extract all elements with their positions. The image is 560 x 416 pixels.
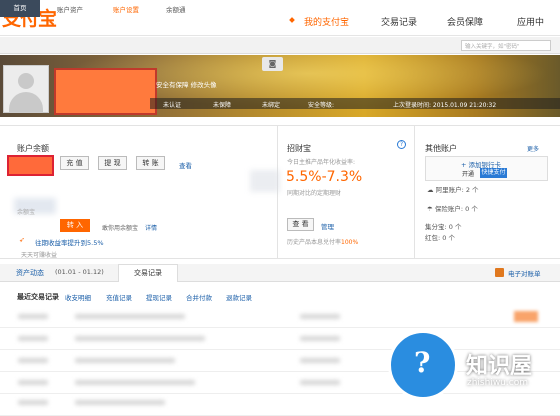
verify-status[interactable]: 未认证 — [163, 100, 181, 109]
subnav-settings[interactable]: 账户设置 — [113, 4, 139, 14]
other-redpacket[interactable]: 红包: 0 个 — [425, 232, 455, 242]
umbrella-icon: ☂ — [427, 205, 435, 213]
avatar-head-icon — [18, 73, 34, 89]
redacted-balance — [7, 155, 54, 176]
subnav-assets[interactable]: 账户资产 — [57, 4, 83, 14]
watermark-name: 知识屋 — [466, 354, 533, 379]
balance-title: 账户余额 — [17, 144, 49, 153]
credit-account-text: 阿里账户: 2 个 — [435, 186, 479, 194]
protect-status[interactable]: 未保障 — [213, 100, 231, 109]
panel-bottom-divider — [0, 258, 560, 259]
transfer-in-button[interactable]: 转 入 — [60, 219, 90, 232]
blurred-cell — [300, 336, 340, 341]
blurred-cell — [18, 358, 48, 363]
records-link-withdraw[interactable]: 提现记录 — [146, 292, 172, 302]
table-row[interactable] — [0, 306, 560, 328]
security-level: 安全等级: — [308, 102, 335, 109]
blurred-cell — [18, 380, 48, 385]
other-jcb[interactable]: 集分宝: 0 个 — [425, 221, 461, 231]
zcb-title: 招财宝 — [287, 144, 311, 153]
zcb-history-label: 历史产品本息兑付率 — [287, 239, 342, 246]
transfer-button[interactable]: 转 账 — [136, 156, 165, 170]
panel-divider-left — [277, 126, 278, 258]
yeb-rate-link[interactable]: 往期收益率提升到5.5% — [35, 237, 104, 247]
other-insurance-account[interactable]: ☂ 保险账户: 0 个 — [427, 203, 478, 213]
tab-e-bill[interactable]: 电子对账单 — [508, 268, 541, 278]
other-more-link[interactable]: 更多 — [527, 144, 539, 153]
question-icon: ? — [414, 346, 431, 379]
insurance-account-text: 保险账户: 0 个 — [434, 205, 478, 213]
records-link-recharge[interactable]: 充值记录 — [106, 292, 132, 302]
insurance-text[interactable]: 安全有保障 修改头像 — [156, 79, 217, 89]
other-credit-account[interactable]: ☁ 阿里账户: 2 个 — [427, 184, 479, 194]
redacted-username — [54, 68, 157, 115]
camera-icon[interactable]: ◙ — [262, 57, 283, 71]
zcb-rate: 5.5%-7.3% — [286, 169, 363, 185]
panel-divider-right — [414, 126, 415, 258]
table-row[interactable] — [0, 394, 560, 416]
other-accounts-title: 其他账户 — [425, 144, 457, 153]
bind-status[interactable]: 未绑定 — [262, 100, 280, 109]
blurred-action-button[interactable] — [514, 311, 538, 322]
cloud-icon: ☁ — [427, 186, 436, 194]
watermark-url: zhishiwu.com — [467, 378, 528, 388]
yeb-label: 余额宝 — [17, 209, 36, 216]
table-row[interactable] — [0, 328, 560, 350]
last-login: 上次登录时间: 2015.01.09 21:20:32 — [393, 102, 497, 109]
nav-apps[interactable]: 应用中 — [517, 15, 544, 28]
zcb-subtext: 同期对比的定期理财 — [287, 190, 342, 197]
yeb-daily-text: 天天可赚收益 — [21, 252, 58, 259]
recent-records-title: 最近交易记录 — [17, 293, 59, 301]
blurred-cell — [75, 380, 195, 385]
blurred-cell — [300, 314, 340, 319]
add-card-open-text: 开通 — [462, 171, 475, 178]
status-strip — [150, 98, 560, 109]
blurred-cell — [75, 336, 205, 341]
nav-trade-records[interactable]: 交易记录 — [381, 15, 417, 28]
recharge-button[interactable]: 充 值 — [60, 156, 89, 170]
help-icon[interactable]: ? — [397, 140, 406, 149]
blurred-cell — [300, 358, 340, 363]
blurred-cell — [75, 400, 165, 405]
blurred-cell — [75, 358, 175, 363]
subnav-yeb[interactable]: 余额通 — [166, 4, 186, 14]
tab-trade-records[interactable]: 交易记录 — [118, 264, 178, 282]
zcb-description: 今日主推产品年化收益率: — [287, 159, 356, 166]
balance-view-link[interactable]: 查看 — [179, 160, 192, 170]
yeb-hint: 敢你用余额宝 — [102, 225, 139, 232]
zcb-history: 历史产品本息兑付率100% — [287, 237, 358, 246]
tab-date-range: (01.01 - 01.12) — [55, 268, 104, 276]
withdraw-button[interactable]: 提 现 — [98, 156, 127, 170]
records-link-income[interactable]: 收支明细 — [65, 292, 91, 302]
rocket-icon: ➶ — [19, 236, 25, 244]
records-link-refund[interactable]: 退款记录 — [226, 292, 252, 302]
blurred-cell — [18, 336, 48, 341]
panel-top-divider — [0, 125, 560, 126]
blurred-cell — [18, 400, 48, 405]
records-link-merge[interactable]: 合并付款 — [186, 292, 212, 302]
blurred-cell — [75, 314, 185, 319]
blurred-decoration — [250, 170, 280, 192]
subnav-home[interactable]: 首页 — [0, 0, 40, 17]
yeb-detail-link[interactable]: 详情 — [145, 223, 157, 232]
zcb-manage-link[interactable]: 管理 — [321, 221, 334, 231]
zcb-view-button[interactable]: 查 看 — [287, 218, 314, 231]
nav-member-protection[interactable]: 会员保障 — [447, 15, 483, 28]
blurred-cell — [300, 380, 340, 385]
tab-asset-dynamic[interactable]: 资产动态 — [16, 268, 44, 278]
bill-icon — [495, 268, 504, 277]
nav-my-alipay[interactable]: 我的支付宝 — [304, 15, 349, 28]
search-input[interactable]: 输入关键字，如"密码" — [461, 40, 551, 51]
quick-pay-badge[interactable]: 快捷支付 — [480, 168, 507, 178]
zcb-history-rate: 100% — [341, 239, 359, 246]
blurred-cell — [18, 314, 48, 319]
